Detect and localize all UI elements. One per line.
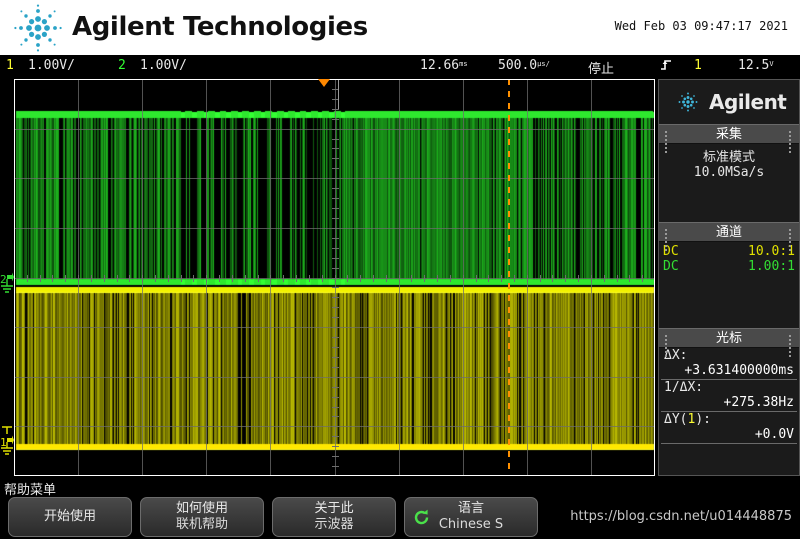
agilent-starburst-icon	[678, 92, 698, 112]
trigger-position-marker[interactable]	[318, 79, 330, 87]
svg-text:2: 2	[0, 273, 7, 286]
cursor-row-inv-delta-x[interactable]: 1/ΔX: +275.38Hz	[661, 380, 797, 412]
menu-title: 帮助菜单	[4, 483, 57, 498]
waveform-canvas	[14, 79, 655, 476]
status-delay-value: 12.66	[420, 58, 460, 73]
cursor-title: 光标	[715, 331, 742, 346]
brand-header: Agilent Technologies Wed Feb 03 09:47:17…	[0, 0, 800, 55]
cursor-delta-x-label: ΔX:	[664, 348, 688, 363]
brand-title: Agilent Technologies	[72, 12, 368, 42]
softkey-about-oscilloscope[interactable]: 关于此 示波器	[272, 497, 396, 537]
status-timebase-unit: µs/	[537, 60, 550, 68]
cursor-section-body: ΔX: +3.631400000ms 1/ΔX: +275.38Hz ΔY(1)…	[659, 348, 799, 444]
acquire-mode[interactable]: 标准模式	[663, 146, 795, 165]
refresh-cycle-icon	[413, 509, 430, 529]
softkey-label-line1: 如何使用	[175, 501, 228, 516]
trigger-rising-edge-icon	[660, 58, 672, 75]
channel-row[interactable]: DC 10.0:1	[663, 244, 795, 259]
status-delay-unit: ms	[459, 60, 468, 68]
status-bar: 1 1.00V/ 2 1.00V/ 12.66 ms 500.0 µs/ 停止 1 …	[0, 55, 800, 77]
channel-section-body: DC 10.0:1 DC 1.00:1	[659, 242, 799, 328]
trigger-level-unit: V	[769, 60, 774, 68]
softkey-label-line2: 联机帮助	[175, 517, 228, 532]
status-ch1-number[interactable]: 1	[6, 58, 14, 73]
ch1-probe: 10.0:1	[748, 244, 795, 259]
cursor-inv-delta-x-value: +275.38Hz	[723, 395, 794, 410]
acquire-section-body: 标准模式 10.0MSa/s	[659, 144, 799, 222]
trigger-level[interactable]: 12.5 V	[738, 58, 774, 73]
cursor-delta-x-value: +3.631400000ms	[684, 363, 794, 378]
status-timebase-value: 500.0	[498, 58, 538, 73]
svg-text:1: 1	[0, 436, 7, 449]
watermark: https://blog.csdn.net/u014448875	[570, 509, 792, 524]
ch2-ground-marker[interactable]: 2	[0, 272, 14, 301]
status-run-state[interactable]: 停止	[588, 58, 614, 77]
acquire-section-header[interactable]: 采集	[659, 124, 799, 153]
acquire-title: 采集	[715, 127, 742, 142]
cursor-section-header[interactable]: 光标	[659, 328, 799, 357]
grip-right-icon	[788, 334, 794, 357]
cursor-inv-delta-x-label: 1/ΔX:	[664, 380, 704, 395]
softkey-how-to-use-online-help[interactable]: 如何使用 联机帮助	[140, 497, 264, 537]
trigger-position-tick	[338, 79, 339, 109]
side-brand-row: Agilent	[659, 80, 799, 124]
cursor-delta-y-channel: 1	[687, 412, 696, 427]
oscilloscope-screen: Agilent Technologies Wed Feb 03 09:47:17…	[0, 0, 800, 539]
softkey-label-line1: 开始使用	[43, 509, 96, 524]
softkey-get-started[interactable]: 开始使用	[8, 497, 132, 537]
acquire-sample-rate: 10.0MSa/s	[693, 165, 765, 180]
ch1-ground-marker[interactable]: 1	[0, 424, 14, 461]
status-ch2-scale[interactable]: 1.00V/	[140, 58, 187, 73]
status-timebase[interactable]: 500.0 µs/	[498, 58, 550, 73]
grip-left-icon	[664, 130, 670, 153]
softkey-label-line2: Chinese S	[438, 517, 504, 532]
cursor-delta-y-value: +0.0V	[754, 427, 794, 442]
side-panel: Agilent 采集 标准模式 10.0MSa/s 通道 DC 10.0:1 D…	[658, 79, 800, 476]
channel-section-header[interactable]: 通道	[659, 222, 799, 251]
side-brand-title: Agilent	[709, 90, 787, 114]
softkey-language[interactable]: 语言 Chinese S	[404, 497, 538, 537]
cursor-row-delta-y[interactable]: ΔY(1): +0.0V	[661, 412, 797, 444]
status-ch1-scale[interactable]: 1.00V/	[28, 58, 75, 73]
grip-left-icon	[664, 334, 670, 357]
cursor-row-delta-x[interactable]: ΔX: +3.631400000ms	[661, 348, 797, 380]
ch2-probe: 1.00:1	[748, 259, 795, 274]
cursor-line-x2[interactable]	[508, 79, 510, 476]
ch2-coupling: DC	[663, 259, 679, 274]
softkey-label-line1: 语言	[457, 501, 484, 516]
softkey-label-line2: 示波器	[314, 517, 354, 532]
status-ch2-number[interactable]: 2	[118, 58, 126, 73]
cursor-delta-y-label: ΔY(1):	[664, 412, 711, 427]
agilent-starburst-icon	[14, 4, 62, 52]
channel-marker-rail: 2 1	[0, 79, 14, 476]
trigger-level-value: 12.5	[738, 58, 770, 73]
channel-title: 通道	[715, 225, 742, 240]
waveform-display[interactable]	[14, 79, 655, 476]
grip-right-icon	[788, 228, 794, 251]
channel-row[interactable]: DC 1.00:1	[663, 259, 795, 274]
grip-left-icon	[664, 228, 670, 251]
softkey-label-line1: 关于此	[314, 501, 354, 516]
grip-right-icon	[788, 130, 794, 153]
status-delay[interactable]: 12.66 ms	[420, 58, 468, 73]
header-datetime: Wed Feb 03 09:47:17 2021	[614, 19, 788, 33]
trigger-source[interactable]: 1	[694, 58, 702, 73]
